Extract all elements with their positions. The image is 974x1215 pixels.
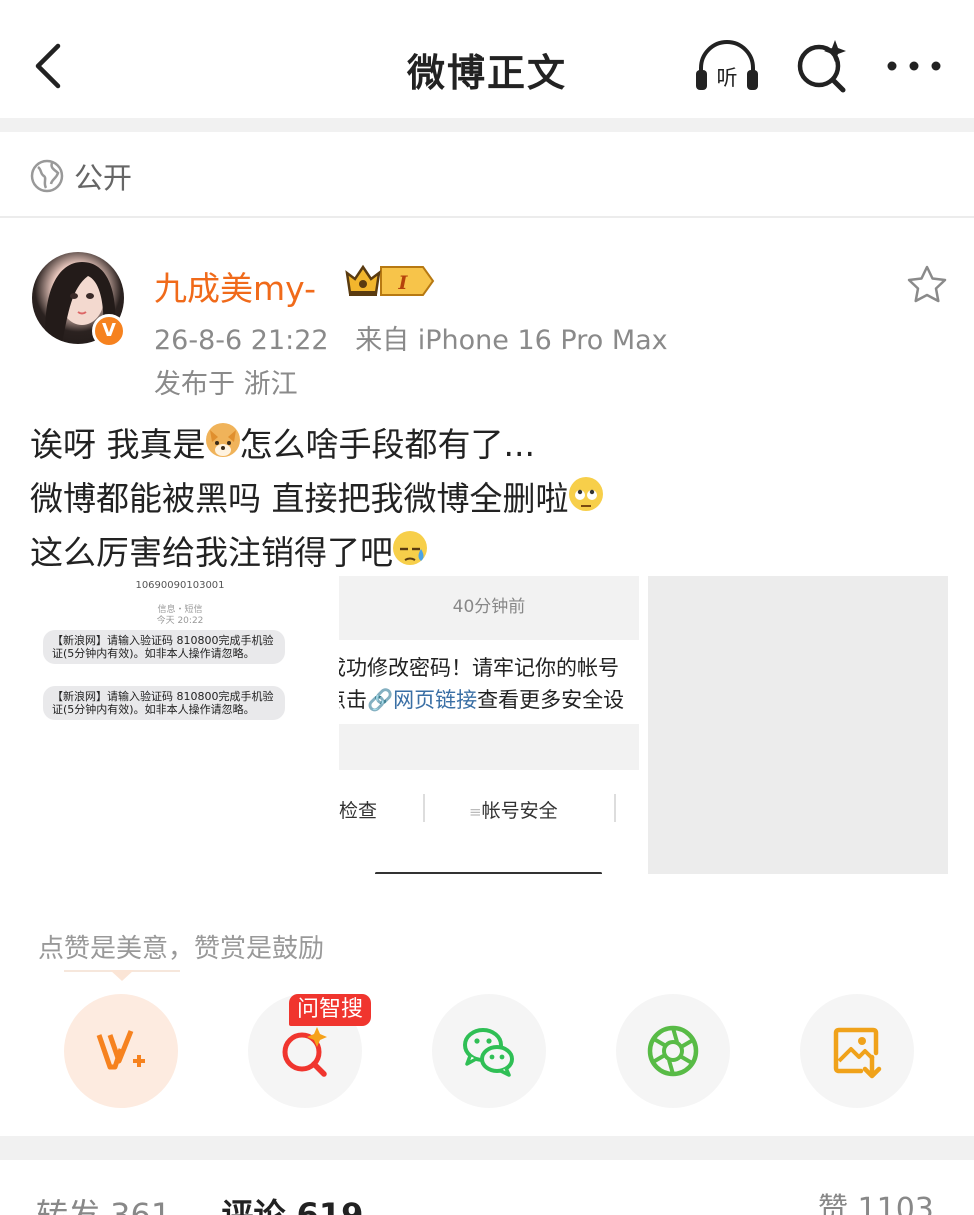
notice-tab-divider bbox=[423, 794, 425, 822]
section-divider bbox=[0, 118, 974, 132]
home-indicator bbox=[375, 872, 602, 874]
moments-share-button[interactable] bbox=[616, 994, 730, 1108]
menu-lines-icon: ≡ bbox=[469, 803, 482, 821]
notice-gray-band bbox=[339, 724, 639, 770]
image-password-notice-screenshot[interactable]: 40分钟前 成功修改密码！请牢记你的帐号 点击🔗网页链接查看更多安全设 检查 ≡… bbox=[339, 576, 639, 874]
post-line-3: 这么厉害给我注销得了吧 bbox=[30, 526, 950, 580]
tooltip-arrow bbox=[110, 970, 134, 981]
notice-text: 查看更多安全设 bbox=[477, 688, 625, 712]
vip-crown-badge-icon[interactable]: I bbox=[343, 263, 435, 299]
notice-line-1: 成功修改密码！请牢记你的帐号 bbox=[339, 656, 619, 680]
sms-meta-type: 信息・短信 bbox=[157, 605, 203, 615]
notice-text: 点击 bbox=[339, 688, 367, 712]
moments-aperture-icon bbox=[647, 1025, 699, 1077]
save-image-button[interactable] bbox=[800, 994, 914, 1108]
comment-tab[interactable]: 评论 619 bbox=[221, 1196, 363, 1215]
verified-badge-icon: V bbox=[92, 314, 126, 348]
notice-tab-account-security: ≡帐号安全 bbox=[469, 796, 558, 823]
wechat-icon bbox=[463, 1028, 514, 1077]
notice-line-2: 点击🔗网页链接查看更多安全设 bbox=[339, 684, 624, 714]
listen-headphones-icon[interactable]: 听 bbox=[693, 38, 761, 94]
post-text-segment: 怎么啥手段都有了... bbox=[239, 425, 535, 464]
svg-text:听: 听 bbox=[717, 66, 738, 90]
post-meta: 26-8-6 21:22 来自 iPhone 16 Pro Max bbox=[154, 318, 668, 357]
image-sms-screenshot[interactable]: 10690090103001 信息・短信 今天 20:22 【新浪网】请输入验证… bbox=[30, 576, 330, 874]
notice-web-link: 网页链接 bbox=[393, 688, 478, 712]
ai-search-icon bbox=[282, 1027, 327, 1077]
section-divider bbox=[0, 1136, 974, 1160]
post-content: 诶呀 我真是 怎么啥手段都有了... 微博都能被黑吗 直接把我微博全删啦 这么厉害… bbox=[30, 418, 950, 580]
globe-icon bbox=[30, 159, 64, 193]
like-count[interactable]: 赞 1103 bbox=[818, 1184, 934, 1215]
save-image-icon bbox=[833, 1027, 882, 1079]
notice-tab-check: 检查 bbox=[339, 800, 378, 822]
more-options-icon[interactable] bbox=[886, 54, 942, 78]
dog-emoji-icon bbox=[205, 423, 240, 457]
top-bar: 微博正文 听 bbox=[0, 0, 974, 118]
wechat-share-button[interactable] bbox=[432, 994, 546, 1108]
divider-line bbox=[0, 216, 974, 218]
reward-prompt: 点赞是美意，赞赏是鼓励 bbox=[38, 934, 325, 964]
sweat-emoji-icon bbox=[393, 531, 427, 565]
reward-button[interactable] bbox=[64, 994, 178, 1108]
author-name[interactable]: 九成美my- bbox=[154, 262, 316, 310]
privacy-indicator: 公开 bbox=[30, 156, 132, 196]
sms-sender-number: 10690090103001 bbox=[135, 580, 225, 591]
link-icon: 🔗 bbox=[367, 688, 394, 712]
privacy-label: 公开 bbox=[74, 161, 133, 195]
sms-message-bubble: 【新浪网】请输入验证码 810800完成手机验证(5分钟内有效)。如非本人操作请… bbox=[43, 686, 285, 720]
sms-meta-time: 今天 20:22 bbox=[156, 616, 204, 626]
post-source: 来自 iPhone 16 Pro Max bbox=[355, 325, 668, 356]
notice-time: 40分钟前 bbox=[339, 576, 639, 640]
sms-meta: 信息・短信 今天 20:22 bbox=[30, 605, 330, 627]
post-stats: 转发 361 评论 619 bbox=[36, 1190, 363, 1215]
sms-message-bubble: 【新浪网】请输入验证码 810800完成手机验证(5分钟内有效)。如非本人操作请… bbox=[43, 630, 285, 664]
image-placeholder[interactable] bbox=[648, 576, 948, 874]
post-line-1: 诶呀 我真是 怎么啥手段都有了... bbox=[30, 418, 950, 472]
reward-v-plus-icon bbox=[96, 1030, 145, 1070]
svg-text:I: I bbox=[398, 272, 409, 294]
post-text-segment: 诶呀 我真是 bbox=[30, 425, 206, 464]
post-text-segment: 这么厉害给我注销得了吧 bbox=[30, 533, 393, 572]
repost-tab[interactable]: 转发 361 bbox=[36, 1196, 171, 1215]
ai-search-icon[interactable] bbox=[795, 38, 851, 94]
post-location: 发布于 浙江 bbox=[154, 369, 298, 400]
eye-roll-emoji-icon bbox=[568, 477, 603, 511]
favorite-star-icon[interactable] bbox=[906, 264, 948, 304]
post-time: 26-8-6 21:22 bbox=[154, 325, 329, 356]
ai-search-tag: 问智搜 bbox=[289, 994, 372, 1026]
post-text-segment: 微博都能被黑吗 直接把我微博全删啦 bbox=[30, 479, 569, 518]
post-line-2: 微博都能被黑吗 直接把我微博全删啦 bbox=[30, 472, 950, 526]
notice-tab-divider bbox=[614, 794, 616, 822]
notice-tab-label: 帐号安全 bbox=[481, 800, 558, 822]
